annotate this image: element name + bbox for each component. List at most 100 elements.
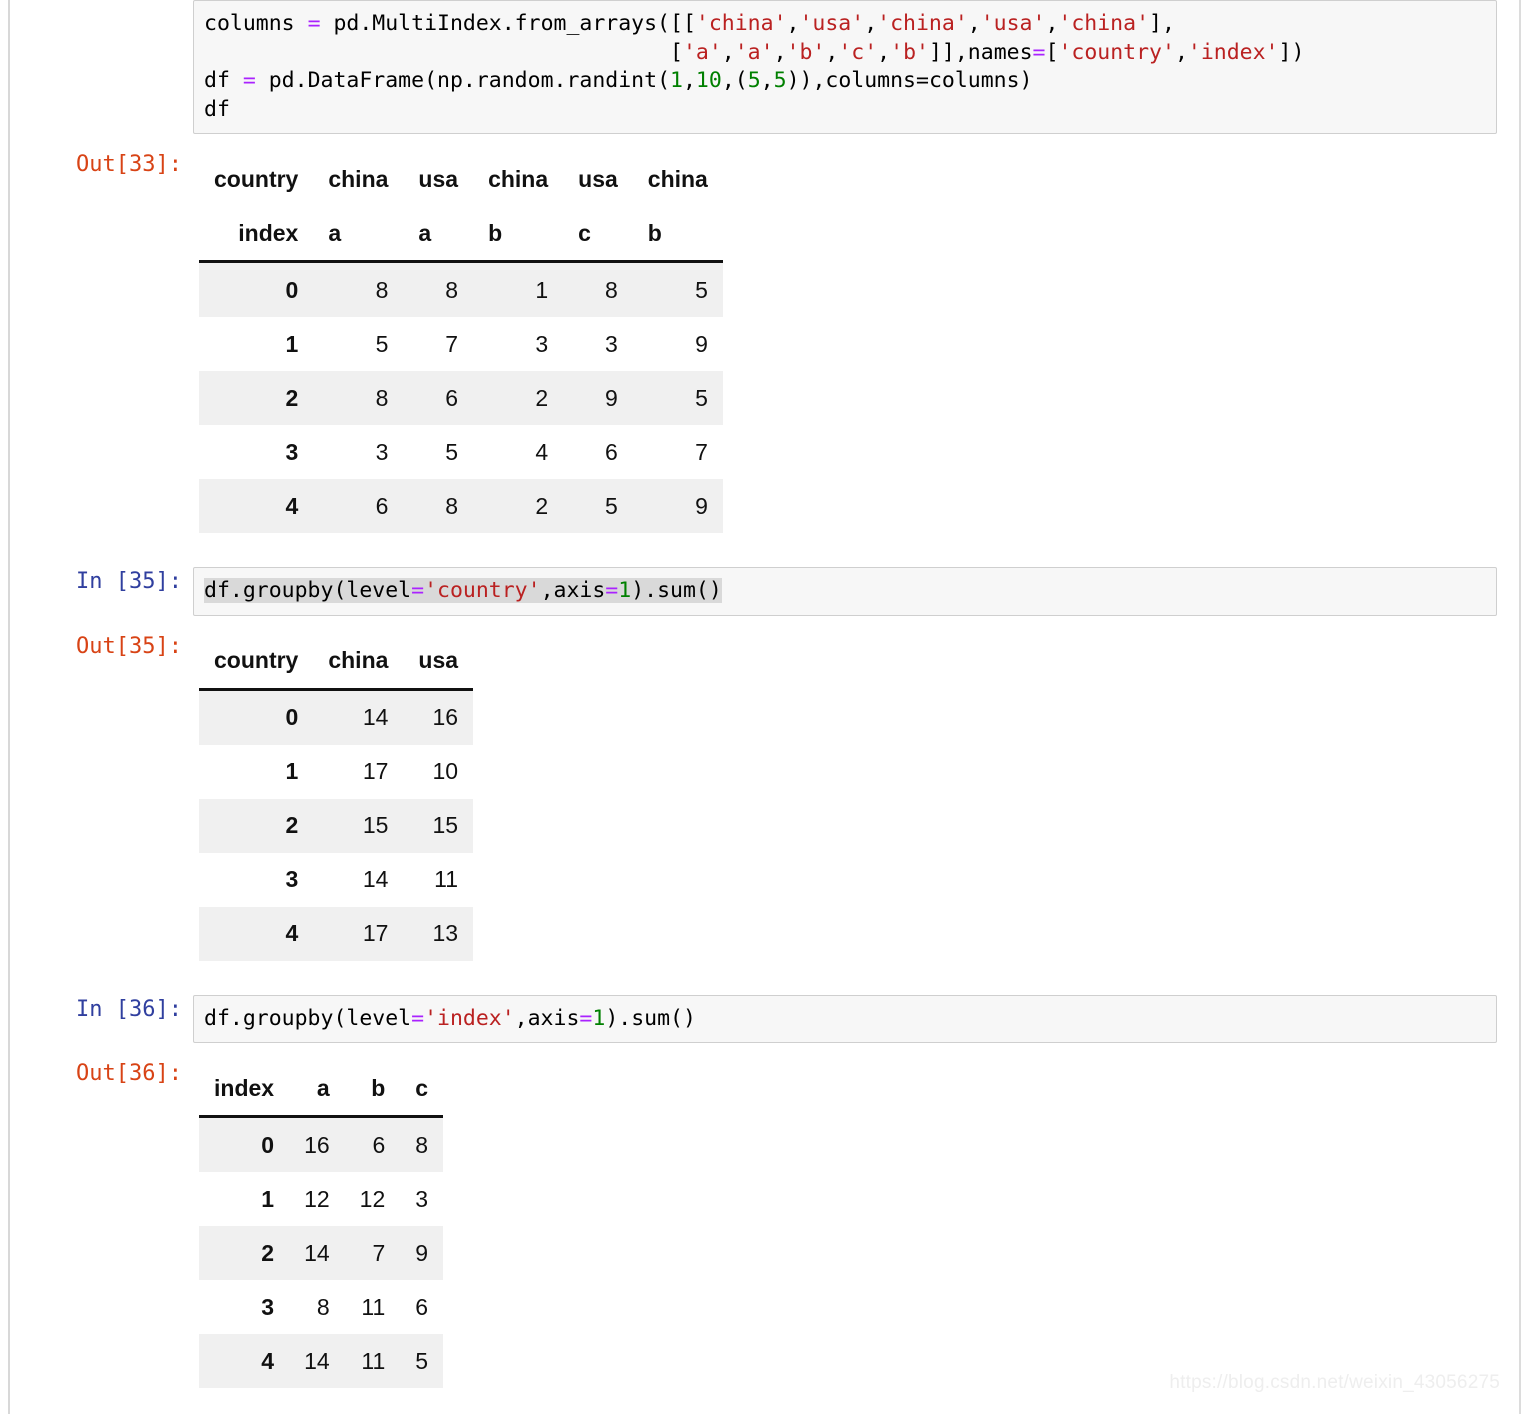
table-3-cell-3-1: 11: [344, 1280, 401, 1334]
table-3-cell-0-1: 6: [344, 1116, 401, 1172]
code-text: df.groupby(level: [204, 1005, 412, 1031]
table-row: 2 15 15: [199, 798, 474, 853]
table-1-cell-3-1: 5: [403, 425, 474, 479]
table-1-index-name-index: index: [199, 206, 314, 263]
table-2-head: country china usa: [199, 633, 474, 691]
table-1-cell-4-2: 2: [473, 479, 564, 533]
table-row: 4 6 8 2 5 9: [199, 479, 723, 533]
table-3-row-label-1: 1: [199, 1172, 290, 1226]
table-2-row-label-1: 1: [199, 744, 314, 799]
table-1-col-index-4: b: [632, 206, 723, 263]
code-text: ,: [786, 11, 800, 36]
table-1-cell-3-0: 3: [313, 425, 404, 479]
cell-35-input-box[interactable]: df.groupby(level='country',axis=1).sum(): [193, 567, 1497, 616]
table-1-row-label-2: 2: [199, 371, 314, 425]
table-1-col-country-1: usa: [403, 152, 474, 206]
table-3-cell-3-0: 8: [289, 1280, 345, 1334]
table-3-col-0: a: [289, 1061, 345, 1118]
table-1-row-label-4: 4: [199, 479, 314, 533]
output-cell-33: Out[33]: country china usa china usa chi…: [0, 150, 1528, 533]
table-1-cell-2-0: 8: [313, 371, 404, 425]
code-cell-35[interactable]: In [35]: df.groupby(level='country',axis…: [0, 567, 1528, 616]
code-number: 5: [773, 68, 787, 93]
code-text: ,: [1174, 39, 1188, 65]
code-cell-1[interactable]: columns = pd.MultiIndex.from_arrays([['c…: [0, 0, 1528, 134]
code-string: 'index': [424, 1005, 515, 1031]
cell-1-input-box[interactable]: columns = pd.MultiIndex.from_arrays([['c…: [193, 0, 1497, 134]
table-1-cell-0-1: 8: [403, 261, 474, 317]
code-string: 'a': [682, 39, 722, 65]
code-string: 'china': [695, 11, 787, 36]
table-1-row-label-3: 3: [199, 425, 314, 479]
table-3-cell-2-2: 9: [400, 1226, 444, 1280]
table-3-cell-1-1: 12: [344, 1172, 401, 1226]
code-string: 'c': [838, 39, 878, 65]
table-1-cell-1-0: 5: [313, 317, 404, 371]
table-1-cell-3-3: 6: [563, 425, 633, 479]
table-1-cell-0-0: 8: [313, 261, 404, 317]
code-string: 'country': [424, 578, 541, 603]
table-1-cell-0-2: 1: [473, 261, 564, 317]
code-string: 'country': [1058, 39, 1175, 65]
table-2-cell-3-1: 11: [403, 852, 474, 907]
code-text: df.groupby(level: [204, 578, 412, 603]
selected-code[interactable]: df.groupby(level='country',axis=1).sum(): [204, 578, 722, 603]
table-2-cell-0-1: 16: [403, 689, 474, 745]
code-text: df: [204, 96, 230, 122]
table-1-row-label-1: 1: [199, 317, 314, 371]
code-text: ).sum(): [605, 1005, 696, 1031]
table-2-cell-3-0: 14: [313, 852, 404, 907]
code-operator: =: [579, 1005, 593, 1031]
table-3-index-name: index: [199, 1061, 290, 1118]
table-row: 0 16 6 8: [199, 1116, 444, 1172]
table-1-cell-4-4: 9: [632, 479, 723, 533]
out-36-area: index a b c 0 16 6 8 1 12 12 3 2 14 7 9 …: [193, 1059, 1528, 1388]
code-string: 'china': [877, 11, 968, 36]
table-1-col-country-2: china: [473, 152, 564, 206]
cell-1-source[interactable]: columns = pd.MultiIndex.from_arrays([['c…: [204, 10, 1488, 124]
code-string: 'usa': [980, 11, 1046, 36]
table-1-header-index: index a a b c b: [199, 206, 723, 263]
table-3-cell-2-1: 7: [344, 1226, 401, 1280]
table-3-cell-0-0: 16: [289, 1116, 345, 1172]
table-3-cell-1-2: 3: [400, 1172, 444, 1226]
table-row: 0 8 8 1 8 5: [199, 261, 723, 317]
table-2-index-name: country: [199, 633, 314, 691]
table-1-cell-4-0: 6: [313, 479, 404, 533]
table-2-cell-0-0: 14: [313, 689, 404, 745]
table-3-cell-3-2: 6: [400, 1280, 444, 1334]
code-text: [: [1045, 39, 1059, 65]
code-text: ,: [1045, 11, 1059, 36]
table-3-cell-1-0: 12: [289, 1172, 345, 1226]
table-2-row-label-4: 4: [199, 906, 314, 961]
table-1-cell-4-3: 5: [563, 479, 633, 533]
table-3-col-1: b: [344, 1061, 401, 1118]
code-text: )),columns=columns): [786, 68, 1033, 93]
cell-35-source[interactable]: df.groupby(level='country',axis=1).sum(): [204, 577, 1488, 606]
code-string: 'b': [786, 39, 826, 65]
table-3-row-label-2: 2: [199, 1226, 290, 1280]
cell-36-input-box[interactable]: df.groupby(level='index',axis=1).sum(): [193, 994, 1497, 1043]
code-string: 'usa': [799, 11, 865, 36]
table-1-col-country-0: china: [313, 152, 404, 206]
code-number: 1: [670, 68, 683, 93]
in-36-prompt: In [36]:: [76, 996, 182, 1022]
code-number: 10: [695, 68, 722, 93]
table-row: 0 14 16: [199, 689, 474, 745]
code-text: ,: [967, 11, 981, 36]
cell-36-source[interactable]: df.groupby(level='index',axis=1).sum(): [204, 1005, 1488, 1034]
code-operator: =: [605, 578, 619, 603]
table-1-row-label-0: 0: [199, 261, 314, 317]
code-operator: =: [307, 11, 321, 36]
table-1-body: 0 8 8 1 8 5 1 5 7 3 3 9 2 8 6 2 9 5 3 3 …: [199, 261, 723, 533]
code-cell-36[interactable]: In [36]: df.groupby(level='index',axis=1…: [0, 994, 1528, 1043]
table-2-body: 0 14 16 1 17 10 2 15 15 3 14 11 4 17 13: [199, 689, 474, 961]
table-1-cell-1-4: 9: [632, 317, 723, 371]
table-row: 4 17 13: [199, 906, 474, 961]
table-1-header-country: country china usa china usa china: [199, 152, 723, 206]
